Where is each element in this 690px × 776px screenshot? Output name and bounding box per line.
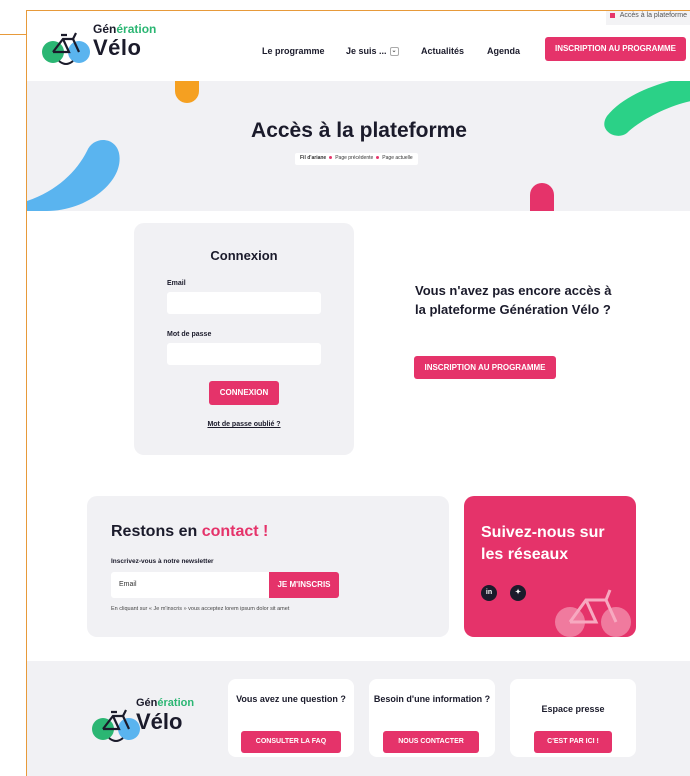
login-title: Connexion — [210, 248, 278, 263]
breadcrumb-separator — [376, 156, 380, 160]
faq-card-title: Vous avez une question ? — [236, 694, 346, 704]
forgot-password-link[interactable]: Mot de passe oublié ? — [134, 421, 354, 428]
faq-card: Vous avez une question ? CONSULTER LA FA… — [228, 679, 354, 757]
breadcrumb-separator — [329, 156, 333, 160]
footer-logo[interactable]: Génération Vélo — [91, 696, 221, 752]
faq-button[interactable]: CONSULTER LA FAQ — [241, 731, 341, 753]
decorative-shapes — [27, 81, 690, 211]
contact-card-title: Besoin d'une information ? — [373, 694, 491, 704]
password-label: Mot de passe — [167, 331, 212, 338]
email-label: Email — [167, 280, 186, 287]
logo-text-a: Gén — [93, 22, 117, 36]
nav-item-agenda[interactable]: Agenda — [487, 46, 520, 56]
promo-signup-button[interactable]: INSCRIPTION AU PROGRAMME — [414, 356, 556, 379]
newsletter-subscribe-button[interactable]: JE M'INSCRIS — [269, 572, 339, 598]
breadcrumb-current: Page actuelle — [382, 155, 413, 161]
logo-text-b: ération — [116, 22, 157, 36]
bike-logo-icon — [42, 32, 90, 65]
footer-logo-line-2: Vélo — [136, 709, 183, 734]
page: Génération Vélo Accès à la plateforme Le… — [26, 10, 690, 776]
breadcrumb: Fil d'ariane Page précédente Page actuelle — [295, 153, 418, 165]
newsletter-section: Restons en contact ! Inscrivez-vous à no… — [87, 496, 449, 637]
breadcrumb-label: Fil d'ariane — [300, 155, 327, 161]
contact-button[interactable]: NOUS CONTACTER — [383, 731, 479, 753]
newsletter-disclaimer: En cliquant sur « Je m'inscris » vous ac… — [111, 606, 290, 612]
logo-line-2: Vélo — [93, 35, 142, 60]
login-button[interactable]: CONNEXION — [209, 381, 279, 405]
newsletter-label: Inscrivez-vous à notre newsletter — [111, 558, 214, 565]
press-card-title: Espace presse — [541, 704, 605, 714]
page-title: Accès à la plateforme — [251, 119, 467, 142]
newsletter-title-a: Restons en — [111, 523, 202, 540]
press-button[interactable]: C'EST PAR ICI ! — [534, 731, 612, 753]
hero-banner: Accès à la plateforme Fil d'ariane Page p… — [27, 81, 690, 211]
lock-icon — [609, 12, 615, 18]
email-field[interactable] — [167, 292, 321, 314]
nav-signup-button[interactable]: INSCRIPTION AU PROGRAMME — [545, 37, 686, 61]
social-title: Suivez-nous sur les réseaux — [481, 524, 605, 563]
nav-item-actualites[interactable]: Actualités — [421, 46, 464, 56]
top-platform-link[interactable]: Accès à la plateforme — [605, 11, 690, 25]
site-header: Génération Vélo Accès à la plateforme Le… — [27, 11, 690, 81]
social-section: Suivez-nous sur les réseaux in ✦ — [464, 496, 636, 637]
footer-logo-text-b: ération — [157, 697, 195, 709]
site-logo[interactable]: Génération Vélo — [41, 19, 171, 75]
press-card: Espace presse C'EST PAR ICI ! — [510, 679, 636, 757]
password-field[interactable] — [167, 343, 321, 365]
signup-promo-text: Vous n'avez pas encore accès à la platef… — [415, 283, 612, 317]
newsletter-title-b: contact ! — [201, 523, 269, 540]
twitter-icon[interactable]: ✦ — [510, 585, 526, 601]
newsletter-email-input[interactable]: Email — [111, 572, 269, 598]
login-card: Connexion Email Mot de passe CONNEXION M… — [134, 223, 354, 455]
footer-logo-text-a: Gén — [136, 697, 158, 709]
breadcrumb-previous-link[interactable]: Page précédente — [335, 155, 373, 161]
nav-item-je-suis-label: Je suis ... — [346, 46, 387, 56]
nav-item-programme[interactable]: Le programme — [262, 46, 325, 56]
site-footer: Génération Vélo Vous avez une question ?… — [27, 661, 690, 776]
bike-decoration-icon — [555, 589, 631, 637]
newsletter-title: Restons en contact ! — [111, 523, 268, 541]
footer-logo-line-1: Génération — [136, 697, 194, 709]
chevron-down-icon: ⌄ — [389, 47, 399, 57]
nav-item-je-suis[interactable]: Je suis ... ⌄ — [346, 46, 399, 57]
linkedin-icon[interactable]: in — [481, 585, 497, 601]
contact-card: Besoin d'une information ? NOUS CONTACTE… — [369, 679, 495, 757]
frame-connector-line — [0, 34, 26, 35]
top-platform-link-label: Accès à la plateforme — [619, 12, 687, 19]
logo-line-1: Génération — [93, 22, 156, 36]
